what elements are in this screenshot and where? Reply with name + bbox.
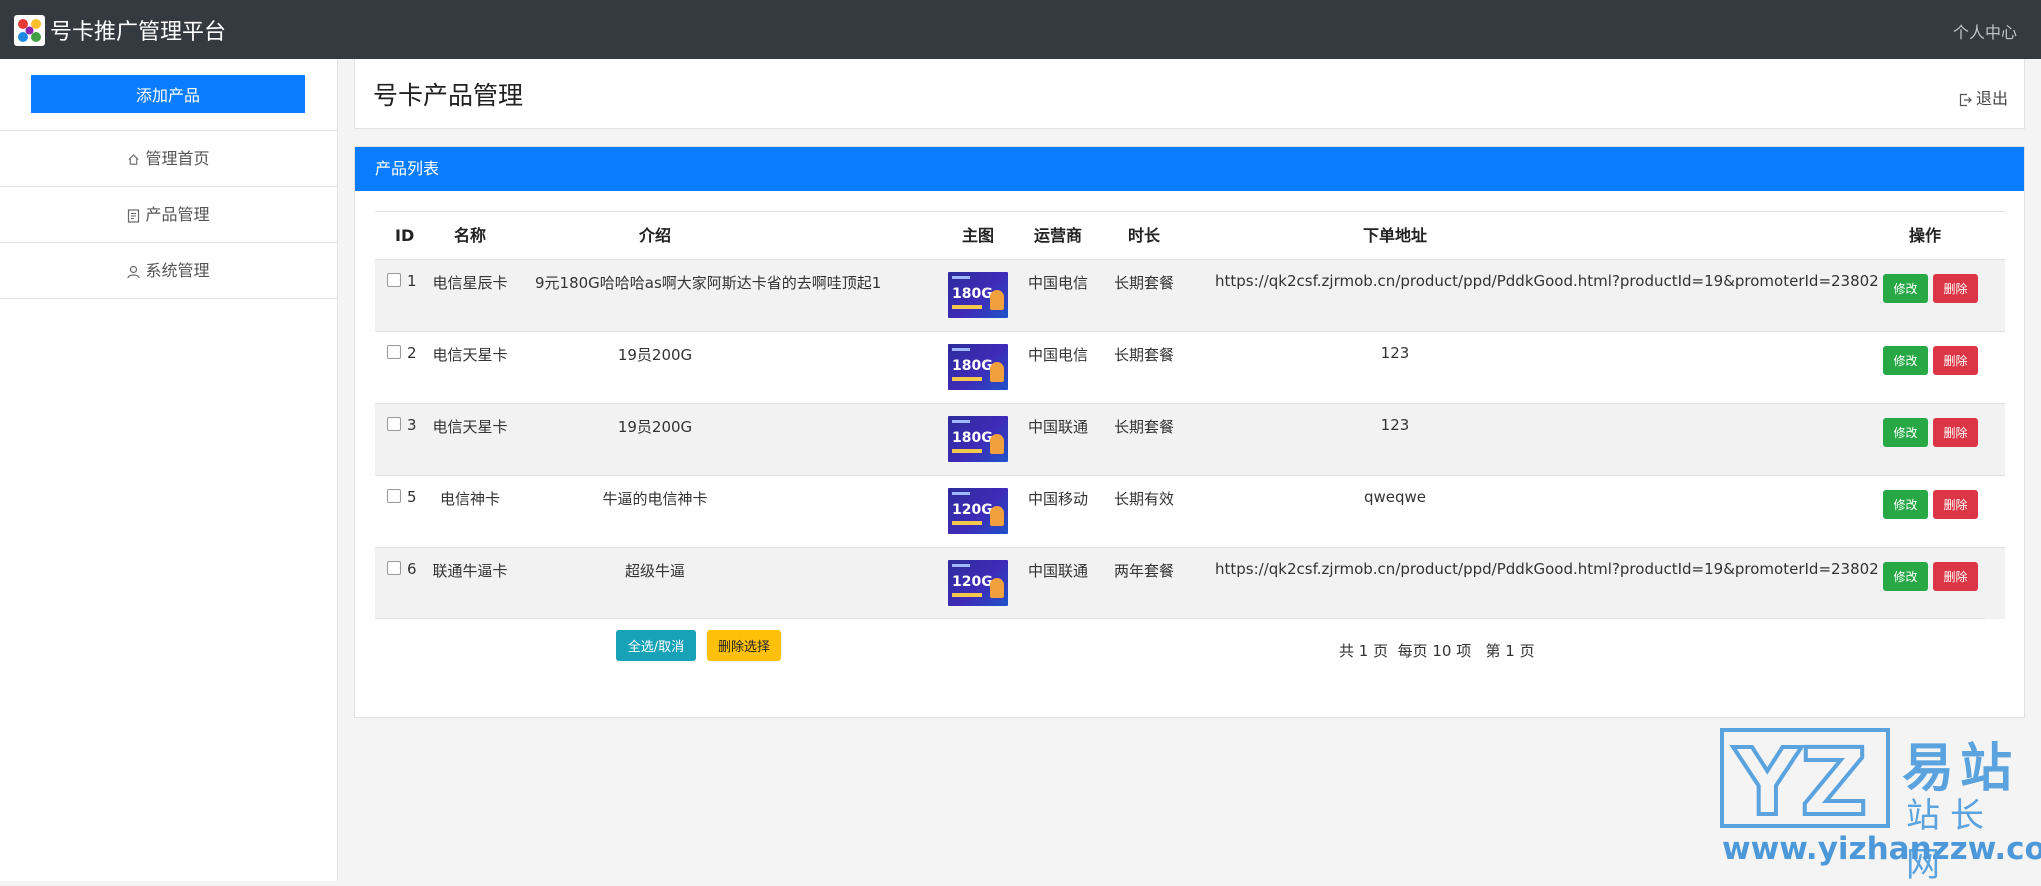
column-header-intro: 介绍 (638, 226, 671, 245)
duration-cell: 长期有效 (1113, 490, 1174, 508)
thumbnail-text: 180G (952, 430, 993, 446)
order-url-cell: 123 (1380, 344, 1410, 362)
sidebar-item-home[interactable]: 管理首页 (0, 131, 337, 186)
sidebar-item-products[interactable]: 产品管理 (0, 187, 337, 242)
user-center-link[interactable]: 个人中心 (1953, 19, 2017, 43)
row-checkbox[interactable] (387, 345, 401, 359)
divider (0, 298, 337, 299)
table-row: 6 联通牛逼卡 超级牛逼 120G 中国联通 两年套餐 https://qk2c… (375, 547, 2005, 619)
watermark-url: www.yizhanzzw.com (1722, 831, 2041, 867)
column-header-carrier: 运营商 (1033, 226, 1082, 245)
edit-button[interactable]: 修改 (1883, 274, 1928, 303)
edit-button[interactable]: 修改 (1883, 562, 1928, 591)
app-title: 号卡推广管理平台 (50, 20, 227, 45)
table-header: ID 名称 介绍 主图 运营商 时长 下单地址 操作 (375, 212, 2005, 259)
sidebar-item-system[interactable]: 系统管理 (0, 243, 337, 298)
row-checkbox[interactable] (387, 561, 401, 575)
intro-cell: 19员200G (617, 418, 693, 436)
product-thumbnail: 120G (948, 560, 1008, 606)
table-row: 5 电信神卡 牛逼的电信神卡 120G 中国移动 长期有效 qweqwe 修改 … (375, 475, 2005, 547)
document-icon (128, 208, 140, 223)
product-list-card: 产品列表 ID 名称 介绍 主图 运营商 时长 下单地址 操作 1 电信星辰卡 … (354, 146, 2025, 718)
order-url-cell: https://qk2csf.zjrmob.cn/product/ppd/Pdd… (1215, 272, 1879, 290)
delete-button[interactable]: 删除 (1933, 418, 1978, 447)
sidebar-item-label: 管理首页 (145, 149, 210, 168)
delete-button[interactable]: 删除 (1933, 490, 1978, 519)
column-header-image: 主图 (961, 226, 994, 245)
name-cell: 联通牛逼卡 (432, 562, 508, 580)
card-title: 产品列表 (375, 159, 440, 178)
sidebar-item-label: 产品管理 (145, 205, 210, 224)
duration-cell: 长期套餐 (1113, 346, 1174, 364)
thumbnail-text: 180G (952, 358, 993, 374)
delete-button[interactable]: 删除 (1933, 562, 1978, 591)
row-checkbox[interactable] (387, 273, 401, 287)
intro-cell: 19员200G (617, 346, 693, 364)
select-all-button[interactable]: 全选/取消 (616, 630, 696, 661)
duration-cell: 两年套餐 (1113, 562, 1174, 580)
thumbnail-text: 180G (952, 286, 993, 302)
row-checkbox[interactable] (387, 489, 401, 503)
row-checkbox[interactable] (387, 417, 401, 431)
user-icon (127, 265, 141, 278)
table-footer-divider (375, 618, 1985, 619)
order-url-cell: qweqwe (1363, 488, 1427, 506)
thumbnail-text: 120G (952, 502, 993, 518)
logout-label: 退出 (1975, 89, 2008, 108)
column-header-duration: 时长 (1127, 226, 1160, 245)
product-thumbnail: 180G (948, 416, 1008, 462)
product-table: ID 名称 介绍 主图 运营商 时长 下单地址 操作 1 电信星辰卡 9元180… (375, 211, 2005, 619)
name-cell: 电信天星卡 (432, 346, 508, 364)
top-navbar: 号卡推广管理平台 个人中心 (0, 0, 2041, 59)
pagination-info: 共 1 页 每页 10 项 第 1 页 (1339, 642, 1535, 660)
table-row: 1 电信星辰卡 9元180G哈哈哈as啊大家阿斯达卡省的去啊哇顶起1 180G … (375, 259, 2005, 331)
name-cell: 电信天星卡 (432, 418, 508, 436)
watermark-logo-letters: YZ (1733, 729, 1867, 828)
carrier-cell: 中国联通 (1027, 418, 1088, 436)
watermark: YZ 易站 站长网 www.yizhanzzw.com (1720, 728, 2041, 885)
carrier-cell: 中国移动 (1027, 490, 1088, 508)
order-url-cell: https://qk2csf.zjrmob.cn/product/ppd/Pdd… (1215, 560, 1879, 578)
product-thumbnail: 180G (948, 344, 1008, 390)
home-icon (128, 154, 140, 165)
order-url-cell: 123 (1380, 416, 1410, 434)
product-thumbnail: 180G (948, 272, 1008, 318)
product-thumbnail: 120G (948, 488, 1008, 534)
delete-button[interactable]: 删除 (1933, 274, 1978, 303)
table-row: 2 电信天星卡 19员200G 180G 中国电信 长期套餐 123 修改 删除 (375, 331, 2005, 403)
logout-link[interactable]: 退出 (1959, 85, 2008, 109)
name-cell: 电信神卡 (439, 490, 500, 508)
watermark-logo-icon: YZ (1720, 728, 1890, 828)
intro-cell: 超级牛逼 (624, 562, 685, 580)
edit-button[interactable]: 修改 (1883, 418, 1928, 447)
sidebar: 添加产品 管理首页 产品管理 系统管理 (0, 59, 338, 881)
logout-icon (1959, 93, 1972, 106)
card-header: 产品列表 (355, 147, 2024, 191)
delete-button[interactable]: 删除 (1933, 346, 1978, 375)
carrier-cell: 中国电信 (1027, 346, 1088, 364)
intro-cell: 牛逼的电信神卡 (602, 490, 708, 508)
name-cell: 电信星辰卡 (432, 274, 508, 292)
duration-cell: 长期套餐 (1113, 418, 1174, 436)
column-header-name: 名称 (453, 226, 486, 245)
thumbnail-text: 120G (952, 574, 993, 590)
sidebar-item-label: 系统管理 (145, 261, 210, 280)
page-header: 号卡产品管理 退出 (354, 59, 2025, 129)
table-row: 3 电信天星卡 19员200G 180G 中国联通 长期套餐 123 修改 删除 (375, 403, 2005, 475)
intro-cell: 9元180G哈哈哈as啊大家阿斯达卡省的去啊哇顶起1 (535, 274, 882, 292)
carrier-cell: 中国联通 (1027, 562, 1088, 580)
duration-cell: 长期套餐 (1113, 274, 1174, 292)
edit-button[interactable]: 修改 (1883, 490, 1928, 519)
carrier-cell: 中国电信 (1027, 274, 1088, 292)
column-header-actions: 操作 (1908, 226, 1941, 245)
delete-selected-button[interactable]: 删除选择 (707, 630, 781, 661)
edit-button[interactable]: 修改 (1883, 346, 1928, 375)
column-header-id: ID (395, 226, 415, 245)
page-title: 号卡产品管理 (373, 81, 524, 110)
column-header-order-url: 下单地址 (1362, 226, 1427, 245)
app-logo-icon (14, 15, 45, 46)
add-product-button[interactable]: 添加产品 (31, 75, 305, 113)
